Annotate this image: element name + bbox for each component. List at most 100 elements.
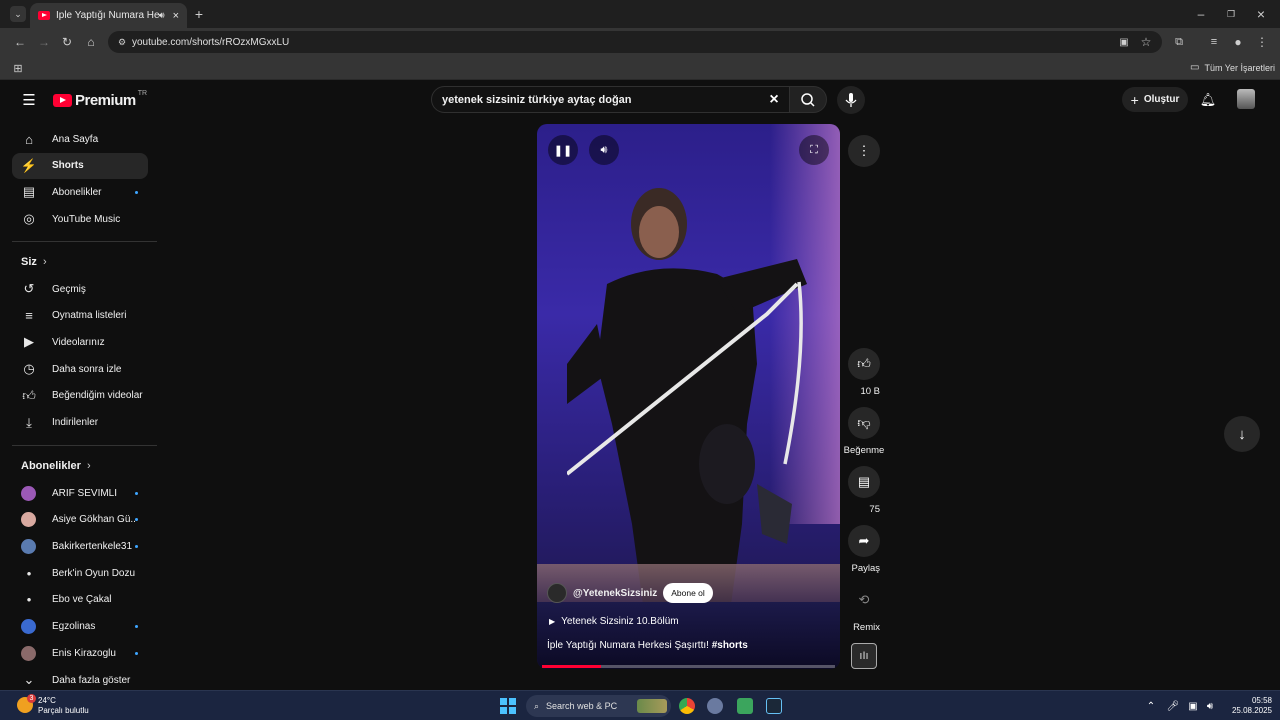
tab-close-icon[interactable]: × xyxy=(173,10,179,22)
sidebar-item[interactable]: ⚡ Shorts xyxy=(12,152,148,179)
sidebar-you-heading[interactable]: Siz › xyxy=(21,256,47,268)
network-icon[interactable]: ▣ xyxy=(1186,698,1200,714)
dislike-label: Beğenme xyxy=(843,445,885,456)
plus-icon: + xyxy=(1130,91,1139,108)
speaker-icon[interactable]: 🔊︎ xyxy=(1203,698,1217,714)
sidebar-item[interactable]: 👍︎ Beğendiğim videolar xyxy=(12,383,148,409)
sidebar-item[interactable]: Enis Kirazoglu xyxy=(12,640,148,666)
forward-icon[interactable]: → xyxy=(36,34,52,50)
dislike-button[interactable]: 👎︎ Beğenme xyxy=(844,407,884,458)
profile-icon[interactable]: ● xyxy=(1231,34,1245,50)
tray-expand-icon[interactable]: ⌃ xyxy=(1144,698,1158,714)
start-button[interactable] xyxy=(500,698,516,714)
create-label: Oluştur xyxy=(1143,94,1180,105)
back-icon[interactable]: ← xyxy=(12,34,28,50)
all-bookmarks-label: Tüm Yer İşaretleri xyxy=(1204,62,1275,73)
new-content-dot xyxy=(135,518,138,522)
site-info-icon[interactable]: ⚙ xyxy=(116,35,128,49)
comments-button[interactable]: ▤ 75 xyxy=(848,466,880,517)
channel-name[interactable]: @YetenekSizsiniz xyxy=(573,588,657,599)
extensions-icon[interactable]: ⧉ xyxy=(1172,34,1186,50)
subs-heading-label: Abonelikler xyxy=(21,460,81,472)
chrome-icon[interactable] xyxy=(679,698,695,714)
sidebar-item[interactable]: ◷ Daha sonra izle xyxy=(12,356,148,382)
new-tab-icon[interactable]: + xyxy=(192,6,206,22)
all-bookmarks-folder[interactable]: ▭ Tüm Yer İşaretleri xyxy=(1190,62,1275,73)
watch-later-icon: ◷ xyxy=(23,361,35,377)
more-actions-button[interactable]: ⋮ xyxy=(848,135,880,167)
like-button[interactable]: 👍︎ 10 B xyxy=(848,348,880,399)
apps-grid-icon[interactable]: ⊞ xyxy=(11,60,25,76)
sidebar-item[interactable]: ARİF SEVİMLİ xyxy=(12,480,148,506)
messaging-app-icon[interactable] xyxy=(737,698,753,714)
search-input[interactable]: yetenek sizsiniz türkiye aytaç doğan × xyxy=(431,86,790,113)
pause-button[interactable]: ❚❚ xyxy=(548,135,578,165)
steam-icon[interactable] xyxy=(766,698,782,714)
sidebar-item[interactable]: Asiye Gökhan Gü... xyxy=(12,507,148,533)
remix-button[interactable]: ⟲ Remix xyxy=(848,584,880,635)
sidebar-item[interactable]: • Ebo ve Çakal xyxy=(12,587,148,613)
create-button[interactable]: + Oluştur xyxy=(1122,87,1188,112)
new-content-dot xyxy=(135,190,138,194)
audio-playing-icon[interactable]: 🔊︎ xyxy=(159,10,165,21)
guide-menu-icon[interactable]: ☰ xyxy=(21,92,37,109)
thumbs-down-icon: 👎︎ xyxy=(848,407,880,439)
comment-count: 75 xyxy=(869,504,880,515)
notifications-bell-icon[interactable]: 🔔︎ xyxy=(1200,92,1217,108)
sidebar-item-label: Egzolinas xyxy=(52,621,96,632)
youtube-logo[interactable]: Premium TR xyxy=(53,90,147,109)
sidebar-item[interactable]: ▤ Abonelikler xyxy=(12,179,148,205)
sidebar-item[interactable]: ⌂ Ana Sayfa xyxy=(12,126,148,152)
sidebar-item[interactable]: Bakirkertenkele31 xyxy=(12,533,148,559)
new-content-dot xyxy=(135,651,138,655)
volume-icon: 🔊︎ xyxy=(600,143,608,156)
playlist-link[interactable]: ▶ Yetenek Sizsiniz 10.Bölüm xyxy=(549,616,679,627)
taskbar-search[interactable]: ⌕ Search web & PC xyxy=(526,695,671,717)
hashtag-link[interactable]: #shorts xyxy=(712,640,748,651)
sidebar-item-label: Berk'in Oyun Dozu xyxy=(52,567,136,579)
address-bar[interactable]: ⚙ youtube.com/shorts/rROzxMGxxLU xyxy=(108,31,1162,53)
next-short-button[interactable]: ↓ xyxy=(1224,416,1260,452)
app-icon[interactable] xyxy=(707,698,723,714)
search-button[interactable] xyxy=(789,86,827,113)
sidebar-item[interactable]: ↺ Geçmiş xyxy=(12,276,148,302)
clock[interactable]: 05:58 25.08.2025 xyxy=(1220,696,1272,716)
volume-button[interactable]: 🔊︎ xyxy=(589,135,619,165)
tab-search-icon[interactable]: ⌄ xyxy=(10,6,26,22)
browser-menu-icon[interactable]: ⋮ xyxy=(1255,34,1269,50)
channel-avatar[interactable] xyxy=(547,583,567,603)
reload-icon[interactable]: ↻ xyxy=(59,34,75,50)
play-icon: ▶ xyxy=(549,617,556,626)
media-controls-icon[interactable]: ≡ xyxy=(1207,34,1221,50)
mic-tray-icon[interactable]: 🎤︎ xyxy=(1166,698,1180,714)
bookmark-star-icon[interactable]: ☆ xyxy=(1139,34,1153,50)
sidebar-item[interactable]: ≡ Oynatma listeleri xyxy=(12,303,148,329)
windows-logo-part xyxy=(500,707,507,714)
sidebar-item[interactable]: ◎ YouTube Music xyxy=(12,206,148,232)
share-button[interactable]: ➦ Paylaş xyxy=(848,525,880,576)
sidebar-item[interactable]: Egzolinas xyxy=(12,614,148,640)
window-close-icon[interactable]: × xyxy=(1254,6,1268,22)
clear-search-icon[interactable]: × xyxy=(766,91,782,108)
sound-thumbnail[interactable]: ıIı xyxy=(851,643,877,669)
account-avatar[interactable] xyxy=(1237,89,1255,109)
voice-search-button[interactable] xyxy=(837,86,865,114)
active-tab[interactable]: İple Yaptığı Numara Herkesi 🔊︎ × xyxy=(30,3,187,28)
short-video-player[interactable]: ❚❚ 🔊︎ ⛶ @YetenekSizsiniz Abone ol ▶ Yeten… xyxy=(537,124,840,669)
sidebar-item[interactable]: ▶ Videolarınız xyxy=(12,329,148,355)
sidebar-item[interactable]: ⤓ İndirilenler xyxy=(12,410,148,436)
minimize-icon[interactable]: – xyxy=(1194,6,1208,22)
tab-title: İple Yaptığı Numara Herkesi xyxy=(56,10,159,21)
restore-icon[interactable]: ❐ xyxy=(1224,6,1238,22)
date: 25.08.2025 xyxy=(1231,706,1272,715)
home-browser-icon[interactable]: ⌂ xyxy=(83,34,99,50)
sidebar-item-label: Enis Kirazoglu xyxy=(52,647,116,659)
subscribe-button[interactable]: Abone ol xyxy=(663,583,713,603)
weather-widget[interactable]: 24°C Parçalı bulutlu xyxy=(38,696,89,716)
sidebar-item[interactable]: • Berk'in Oyun Dozu xyxy=(12,560,148,586)
cast-icon[interactable]: ▣ xyxy=(1117,34,1131,50)
sidebar-subs-heading[interactable]: Abonelikler › xyxy=(21,460,91,472)
search-value: yetenek sizsiniz türkiye aytaç doğan xyxy=(442,93,632,106)
progress-bar[interactable] xyxy=(542,665,835,668)
fullscreen-button[interactable]: ⛶ xyxy=(799,135,829,165)
